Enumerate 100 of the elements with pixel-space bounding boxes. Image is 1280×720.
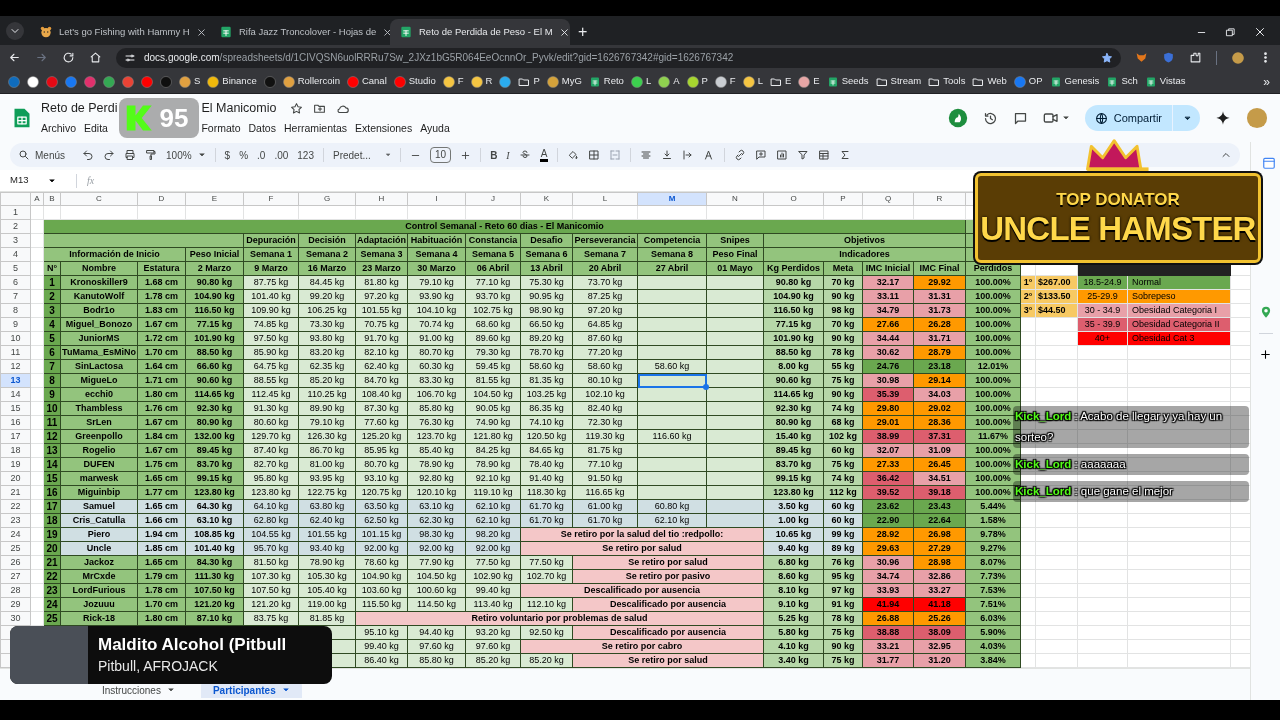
bookmark[interactable]: Reto xyxy=(588,74,624,89)
add-icon[interactable] xyxy=(1259,348,1272,361)
column-header[interactable]: C xyxy=(60,192,138,206)
column-header[interactable]: A xyxy=(30,192,44,206)
menu-item[interactable]: Archivo xyxy=(37,120,80,137)
add-comment-icon[interactable] xyxy=(755,149,768,161)
menu-item[interactable]: Herramientas xyxy=(279,120,351,137)
italic-button[interactable]: I xyxy=(506,147,510,163)
font-size-field[interactable]: 10 xyxy=(430,147,452,163)
percent-button[interactable]: % xyxy=(239,147,249,163)
column-header[interactable]: O xyxy=(763,192,824,206)
increase-decimals-button[interactable]: .00 xyxy=(274,147,289,163)
bookmark[interactable]: P xyxy=(518,74,540,89)
print-icon[interactable] xyxy=(124,149,136,161)
bookmark[interactable]: L xyxy=(630,74,652,89)
reload-icon[interactable] xyxy=(62,51,75,64)
bookmark[interactable]: E xyxy=(769,74,792,89)
redo-icon[interactable] xyxy=(103,149,115,161)
bookmark[interactable]: Seeds xyxy=(826,74,869,89)
text-color-button[interactable]: A xyxy=(539,148,549,162)
column-header[interactable]: N xyxy=(706,192,764,206)
calendar-icon[interactable] xyxy=(1261,156,1276,170)
browser-tab[interactable]: Let's go Fishing with Hammy H xyxy=(30,19,210,45)
zoom-dropdown[interactable]: 100% xyxy=(166,147,206,163)
star-icon[interactable] xyxy=(290,102,304,116)
browser-tab[interactable]: Rifa Jazz Troncolover - Hojas de xyxy=(210,19,390,45)
column-header[interactable]: H xyxy=(355,192,408,206)
font-dropdown[interactable]: Predet... xyxy=(333,147,391,163)
bookmark[interactable]: Genesis xyxy=(1049,74,1100,89)
bookmark[interactable]: P xyxy=(686,74,708,89)
close-icon[interactable] xyxy=(1254,26,1266,38)
paint-format-icon[interactable] xyxy=(145,149,157,161)
table-view-icon[interactable] xyxy=(818,149,831,161)
profile-avatar-icon[interactable] xyxy=(1231,50,1245,65)
bookmark[interactable]: Stream xyxy=(875,74,922,89)
restore-icon[interactable] xyxy=(1225,26,1236,38)
sheet-tab[interactable]: Instrucciones xyxy=(90,682,187,698)
column-header[interactable]: Q xyxy=(862,192,914,206)
bookmark[interactable]: OP xyxy=(1013,74,1043,89)
column-header[interactable]: D xyxy=(137,192,186,206)
merge-cells-icon[interactable] xyxy=(609,149,622,161)
sparkle-icon[interactable] xyxy=(1215,110,1231,126)
tab-list-icon[interactable] xyxy=(6,22,24,40)
address-bar[interactable]: docs.google.com/spreadsheets/d/1CIVQSN6uolRRRu7Sw_2JXz1bG5R064EeOcnnOr_Pyvk/edit?gid=1626767342#gid=1626767342 xyxy=(116,47,1121,68)
bookmark[interactable]: Vistas xyxy=(1144,74,1186,89)
forward-icon[interactable] xyxy=(35,51,48,64)
column-header[interactable]: P xyxy=(823,192,863,206)
bookmark[interactable]: S xyxy=(179,74,201,89)
borders-icon[interactable] xyxy=(588,149,601,161)
bookmark[interactable]: A xyxy=(658,74,680,89)
column-header[interactable]: G xyxy=(298,192,356,206)
home-icon[interactable] xyxy=(89,51,102,64)
shield-icon[interactable] xyxy=(1162,51,1175,64)
column-header[interactable]: F xyxy=(243,192,299,206)
menu-search[interactable]: Menús xyxy=(18,147,73,163)
caret-icon[interactable] xyxy=(1061,114,1070,122)
comment-icon[interactable] xyxy=(1012,110,1028,126)
bookmark-star-icon[interactable] xyxy=(1101,51,1113,64)
fill-handle[interactable] xyxy=(703,384,709,390)
column-header[interactable]: L xyxy=(572,192,638,206)
bookmark[interactable]: R xyxy=(470,74,493,89)
currency-button[interactable]: $ xyxy=(224,147,231,163)
menu-item[interactable]: Edita xyxy=(80,120,112,137)
bookmark[interactable]: Binance xyxy=(207,74,257,89)
document-title[interactable]: Reto de Perdi xyxy=(41,99,118,118)
column-header[interactable]: I xyxy=(407,192,466,206)
more-formats-button[interactable]: 123 xyxy=(297,147,314,163)
bookmark[interactable]: L xyxy=(742,74,763,89)
bookmark[interactable]: E xyxy=(798,74,820,89)
back-icon[interactable] xyxy=(8,51,21,64)
fox-icon[interactable] xyxy=(1135,51,1148,64)
decrease-decimals-button[interactable]: .0 xyxy=(257,147,266,163)
menu-item[interactable]: Formato xyxy=(197,120,245,137)
menu-item[interactable]: Datos xyxy=(244,120,280,137)
close-icon[interactable] xyxy=(558,26,570,38)
bold-button[interactable]: B xyxy=(490,147,498,163)
fill-color-icon[interactable] xyxy=(567,149,580,161)
folder-icon[interactable] xyxy=(313,102,327,116)
column-header[interactable]: K xyxy=(520,192,573,206)
bookmark[interactable]: Canal xyxy=(346,74,387,89)
bookmark[interactable]: Tools xyxy=(928,74,966,89)
history-icon[interactable] xyxy=(982,110,998,126)
bookmark[interactable]: Web xyxy=(972,74,1007,89)
filter-icon[interactable] xyxy=(797,149,810,161)
bookmark[interactable]: F xyxy=(714,74,736,89)
column-header[interactable]: E xyxy=(185,192,244,206)
column-header[interactable]: R xyxy=(913,192,966,206)
extensions-icon[interactable] xyxy=(1189,51,1202,64)
bookmark[interactable]: MyG xyxy=(546,74,582,89)
bookmark[interactable]: Sch xyxy=(1106,74,1138,89)
document-title[interactable]: El Manicomio xyxy=(201,99,277,118)
site-icon[interactable] xyxy=(27,75,39,88)
browser-tab[interactable]: Reto de Perdida de Peso - El M xyxy=(390,19,570,45)
bookmark[interactable]: F xyxy=(442,74,464,89)
undo-icon[interactable] xyxy=(82,149,94,161)
bookmark[interactable]: Rollercoin xyxy=(282,74,340,89)
column-header[interactable]: M xyxy=(637,192,707,206)
menu-item[interactable]: Extensiones xyxy=(351,120,417,137)
vertical-align-icon[interactable] xyxy=(661,149,674,161)
link-icon[interactable] xyxy=(734,149,747,161)
